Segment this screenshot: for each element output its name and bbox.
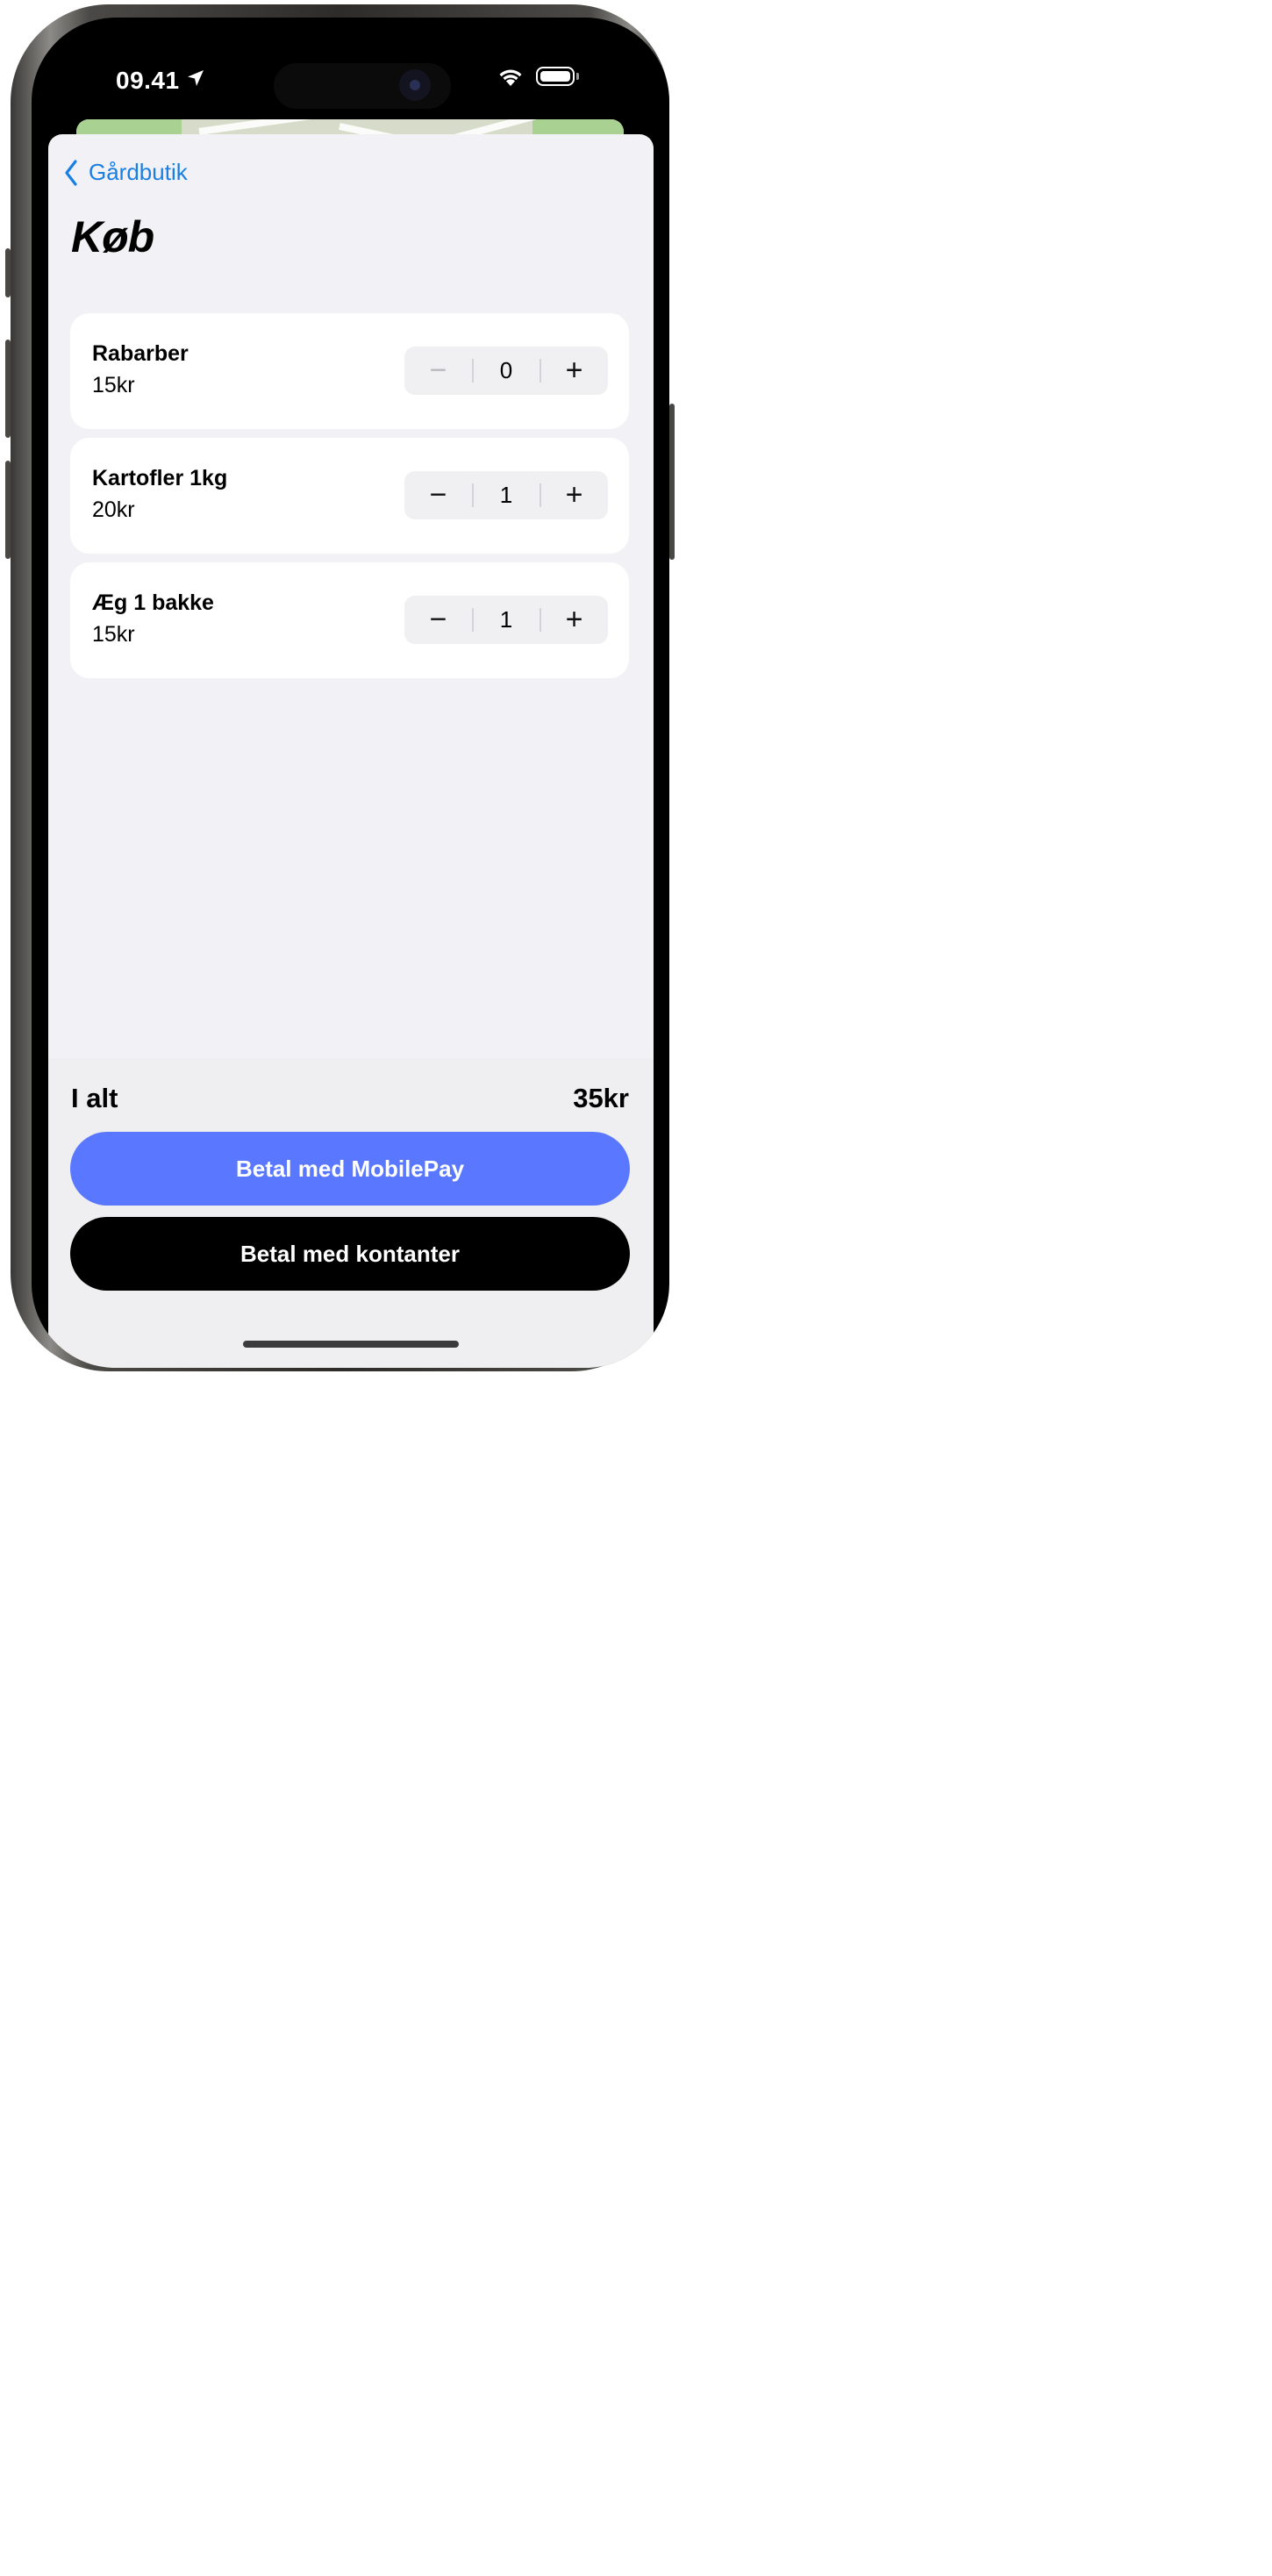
increase-button[interactable]: + xyxy=(540,471,608,519)
quantity-value: 1 xyxy=(499,606,513,633)
total-label: I alt xyxy=(71,1083,118,1113)
quantity-stepper: − 0 + xyxy=(404,347,608,395)
battery-tip xyxy=(576,73,579,80)
decrease-button[interactable]: − xyxy=(404,471,472,519)
purchase-sheet: Gårdbutik Køb Rabarber 15kr − 0 + Kartof… xyxy=(48,134,654,1368)
decrease-button[interactable]: − xyxy=(404,596,472,644)
product-price: 15kr xyxy=(92,373,135,397)
location-arrow-icon xyxy=(188,70,204,86)
quantity-value: 1 xyxy=(499,482,513,508)
product-card: Kartofler 1kg 20kr − 1 + xyxy=(70,438,629,554)
back-button[interactable]: Gårdbutik xyxy=(64,159,188,186)
product-price: 20kr xyxy=(92,497,135,522)
volume-down-button xyxy=(5,461,11,559)
phone-frame: 09.41 Gårdbutik Køb Rabarber 15kr − 0 + … xyxy=(5,4,675,1371)
action-button xyxy=(5,248,11,297)
checkout-footer: I alt 35kr Betal med MobilePay Betal med… xyxy=(48,1058,654,1368)
increase-button[interactable]: + xyxy=(540,596,608,644)
product-card: Rabarber 15kr − 0 + xyxy=(70,313,629,429)
pay-cash-button[interactable]: Betal med kontanter xyxy=(70,1217,630,1291)
home-indicator[interactable] xyxy=(243,1341,459,1348)
product-name: Æg 1 bakke xyxy=(92,590,214,615)
battery-icon xyxy=(536,67,575,86)
wifi-icon xyxy=(499,69,522,86)
page-title: Køb xyxy=(71,212,154,261)
product-name: Rabarber xyxy=(92,341,189,366)
chevron-left-icon xyxy=(65,159,77,186)
quantity-value: 0 xyxy=(499,357,513,383)
pay-mobilepay-button[interactable]: Betal med MobilePay xyxy=(70,1132,630,1206)
power-button xyxy=(669,404,675,560)
volume-up-button xyxy=(5,340,11,438)
product-name: Kartofler 1kg xyxy=(92,466,228,490)
quantity-stepper: − 1 + xyxy=(404,471,608,519)
back-label: Gårdbutik xyxy=(89,159,188,185)
product-price: 15kr xyxy=(92,622,135,647)
total-value: 35kr xyxy=(573,1083,629,1113)
increase-button[interactable]: + xyxy=(540,347,608,395)
quantity-stepper: − 1 + xyxy=(404,596,608,644)
status-time: 09.41 xyxy=(116,67,180,94)
screen: 09.41 Gårdbutik Køb Rabarber 15kr − 0 + … xyxy=(32,18,669,1368)
decrease-button[interactable]: − xyxy=(404,347,472,395)
front-camera xyxy=(399,69,431,101)
product-card: Æg 1 bakke 15kr − 1 + xyxy=(70,562,629,678)
